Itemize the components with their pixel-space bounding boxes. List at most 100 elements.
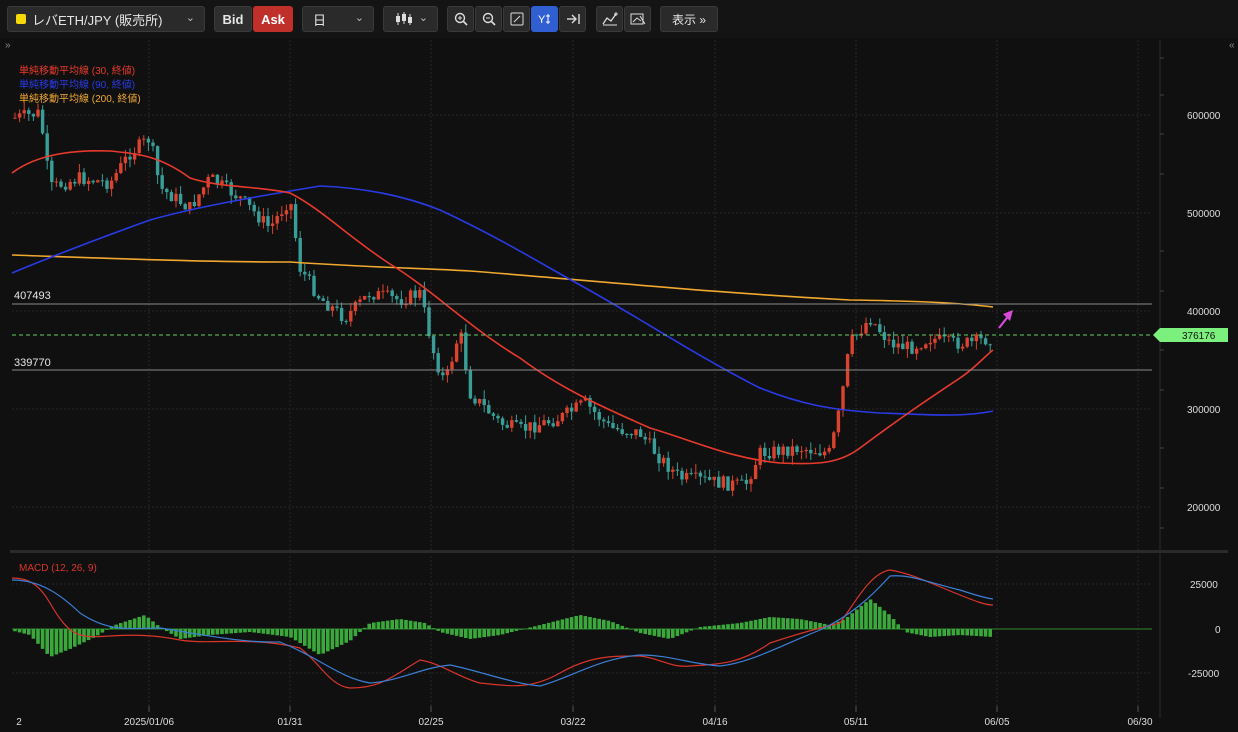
pane-separator[interactable] (10, 550, 1228, 553)
x-tick: 02/25 (418, 717, 443, 728)
ask-button[interactable]: Ask (253, 6, 293, 32)
macd-axis[interactable]: 25000 0 -25000 (1188, 580, 1221, 680)
candle-body (712, 476, 716, 480)
candle-body (59, 181, 63, 187)
macd-histogram-bar (850, 613, 854, 629)
macd-histogram-bar (753, 619, 758, 629)
macd-histogram-bar (326, 629, 330, 652)
candle-body (749, 479, 753, 484)
ma200-legend[interactable]: 単純移動平均線 (200, 終値) (19, 93, 141, 107)
zoom-in-button[interactable] (447, 6, 474, 32)
indicator-icon (601, 12, 618, 26)
candle-body (868, 323, 873, 325)
macd-histogram-bar (316, 629, 321, 655)
macd-histogram-bar (988, 629, 992, 637)
macd-histogram-bar (891, 619, 896, 629)
candle-body (68, 181, 72, 190)
candle-body (965, 337, 969, 347)
price-legend: 単純移動平均線 (30, 終値) 単純移動平均線 (90, 終値) 単純移動平均… (19, 65, 141, 107)
macd-histogram-bar (303, 629, 307, 646)
candle-body (799, 451, 804, 453)
lower-level-label: 339770 (14, 357, 51, 369)
zoom-out-button[interactable] (475, 6, 502, 32)
y-tick: 600000 (1187, 111, 1221, 122)
candle-body (468, 370, 473, 399)
macd-histogram-bar (675, 629, 680, 637)
candle-body (928, 342, 933, 345)
candle-body (353, 301, 358, 312)
macd-histogram-bar (749, 620, 753, 629)
candle-body (602, 419, 606, 422)
macd-histogram-bar (390, 620, 394, 629)
macd-histogram-bar (680, 629, 684, 635)
candle-body (790, 446, 795, 456)
macd-histogram-bar (565, 618, 569, 629)
candle-body (767, 456, 772, 459)
candle-body (914, 348, 919, 354)
candle-body (275, 216, 279, 224)
candle-body (537, 425, 542, 433)
x-tick: 04/16 (702, 717, 727, 728)
macd-histogram-bar (717, 625, 721, 629)
candle-body (427, 307, 431, 337)
drawing-button[interactable] (624, 6, 651, 32)
macd-histogram-bar (919, 629, 923, 636)
ma90-legend[interactable]: 単純移動平均線 (90, 終値) (19, 79, 141, 93)
zoom-out-icon (482, 12, 496, 26)
candle-body (597, 412, 601, 420)
candle-body (487, 405, 491, 414)
macd-histogram-bar (500, 629, 505, 635)
bid-button[interactable]: Bid (214, 6, 252, 32)
candle-body (974, 334, 979, 342)
chart-type-selector[interactable]: ⌄ (383, 6, 438, 32)
time-axis[interactable]: 2 2025/01/06 01/31 02/25 03/22 04/16 05/… (16, 706, 1153, 728)
macd-histogram-bar (790, 618, 795, 629)
price-axis[interactable]: 600000 500000 400000 300000 200000 (1187, 111, 1221, 514)
macd-histogram-bar (468, 629, 473, 639)
jump-latest-button[interactable] (559, 6, 586, 32)
x-tick: 2 (16, 717, 22, 728)
ma30-legend[interactable]: 単純移動平均線 (30, 終値) (19, 65, 141, 79)
macd-histogram-bar (197, 629, 201, 637)
x-tick: 06/30 (1127, 717, 1152, 728)
macd-histogram-bar (868, 599, 873, 629)
candle-body (326, 300, 330, 311)
auto-scale-button[interactable]: Y (531, 6, 558, 32)
candle-body (988, 344, 992, 346)
macd-histogram-bar (270, 629, 275, 635)
fit-button[interactable] (503, 6, 530, 32)
macd-histogram-bar (721, 624, 726, 629)
candle-body (381, 290, 385, 292)
candle-body (698, 472, 703, 477)
candle-body (763, 447, 767, 457)
chart-area[interactable]: 407493 339770 600000 500000 400000 30000… (0, 38, 1238, 732)
macd-histogram-bar (666, 629, 670, 639)
macd-histogram-bar (657, 629, 661, 637)
macd-histogram-bar (96, 629, 100, 636)
annotation-arrow[interactable] (998, 310, 1013, 329)
macd-histogram-bar (937, 629, 942, 637)
macd-histogram-bar (59, 629, 63, 653)
candle-body (551, 423, 555, 427)
macd-legend-label[interactable]: MACD (12, 26, 9) (19, 562, 97, 576)
macd-histogram-bar (211, 629, 215, 635)
macd-histogram-bar (965, 629, 969, 636)
macd-histogram-bar (137, 616, 141, 629)
macd-histogram-bar (399, 619, 404, 629)
macd-histogram-bar (533, 626, 537, 629)
candle-body (652, 438, 657, 454)
display-menu-button[interactable]: 表示 » (660, 6, 718, 32)
macd-histogram-bar (275, 629, 279, 636)
macd-histogram-bar (464, 629, 468, 639)
candle-body (528, 422, 532, 431)
candle-body (385, 290, 390, 292)
indicator-button[interactable] (596, 6, 623, 32)
symbol-selector[interactable]: レバETH/JPY (販売所) ⌄ (7, 6, 205, 32)
period-selector[interactable]: 日 ⌄ (302, 6, 374, 32)
candle-body (864, 323, 868, 334)
macd-histogram-bar (289, 629, 293, 638)
macd-histogram-bar (17, 629, 22, 633)
candle-body (983, 338, 988, 345)
candle-body (818, 453, 822, 456)
macd-histogram-bar (956, 629, 960, 636)
